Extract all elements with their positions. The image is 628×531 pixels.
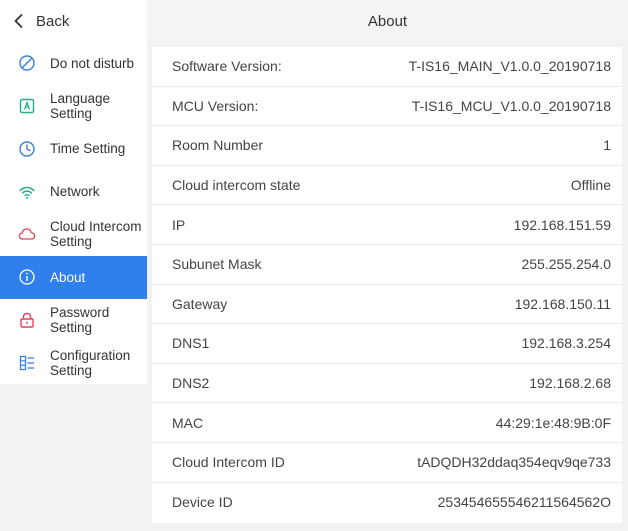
row-label: Gateway [172, 295, 228, 312]
sidebar-item-about[interactable]: About [0, 255, 147, 299]
sidebar-item-label: Do not disturb [50, 55, 135, 71]
about-info-panel: Software Version: T-IS16_MAIN_V1.0.0_201… [152, 47, 622, 523]
chevron-left-icon [10, 12, 28, 30]
sidebar-item-cloud-intercom[interactable]: Cloud Intercom Setting [0, 213, 147, 256]
sidebar-item-network[interactable]: Network [0, 170, 147, 213]
row-value: T-IS16_MCU_V1.0.0_20190718 [411, 97, 611, 114]
sidebar-item-password[interactable]: Password Setting [0, 299, 147, 342]
row-label: Room Number [172, 137, 264, 154]
mac-row: MAC 44:29:1e:48:9B:0F [152, 403, 622, 443]
row-value: 192.168.150.11 [514, 295, 611, 312]
row-value: 192.168.2.68 [529, 375, 611, 392]
row-value: 255.255.254.0 [521, 256, 611, 273]
row-label: Device ID [172, 494, 233, 511]
row-label: Cloud Intercom ID [172, 454, 285, 471]
dns1-row: DNS1 192.168.3.254 [152, 324, 622, 364]
lock-icon [17, 310, 37, 330]
row-label: IP [172, 216, 186, 233]
row-value: Offline [570, 177, 611, 194]
row-value: 192.168.3.254 [521, 335, 611, 352]
subnet-mask-row: Subunet Mask 255.255.254.0 [152, 245, 622, 285]
room-number-row: Room Number 1 [152, 126, 622, 166]
row-value: 192.168.151.59 [513, 216, 611, 233]
software-version-row: Software Version: T-IS16_MAIN_V1.0.0_201… [152, 47, 622, 87]
row-label: Software Version: [172, 58, 282, 75]
row-value: 253454655546211564562O [437, 494, 611, 511]
sidebar-item-label: Time Setting [50, 141, 126, 157]
device-id-row: Device ID 253454655546211564562O [152, 483, 622, 523]
sidebar-item-label: Language Setting [50, 91, 111, 122]
sidebar-item-label: About [50, 269, 86, 285]
row-value: 44:29:1e:48:9B:0F [495, 414, 611, 431]
row-label: Subunet Mask [172, 256, 262, 273]
row-label: Cloud intercom state [172, 177, 301, 194]
row-value: tADQDH32ddaq354eqv9qe733 [417, 454, 611, 471]
info-icon [17, 267, 37, 287]
sidebar-item-language[interactable]: Language Setting [0, 85, 147, 128]
sidebar-item-do-not-disturb[interactable]: Do not disturb [0, 42, 147, 85]
cloud-intercom-id-row: Cloud Intercom ID tADQDH32ddaq354eqv9qe7… [152, 443, 622, 483]
sidebar-item-label: Password Setting [50, 304, 110, 335]
configuration-icon [17, 353, 37, 373]
do-not-disturb-icon [17, 53, 37, 73]
row-label: DNS1 [172, 335, 210, 352]
row-label: DNS2 [172, 375, 210, 392]
page-title: About [147, 0, 628, 42]
back-label: Back [36, 12, 70, 30]
dns2-row: DNS2 192.168.2.68 [152, 364, 622, 404]
sidebar-item-time[interactable]: Time Setting [0, 128, 147, 171]
language-icon [17, 96, 37, 116]
sidebar: Do not disturb Language Setting Time Set… [0, 42, 147, 384]
row-label: MCU Version: [172, 97, 259, 114]
ip-row: IP 192.168.151.59 [152, 205, 622, 245]
gateway-row: Gateway 192.168.150.11 [152, 285, 622, 325]
back-button[interactable]: Back [0, 0, 147, 42]
sidebar-item-label: Cloud Intercom Setting [50, 219, 142, 250]
row-value: T-IS16_MAIN_V1.0.0_20190718 [408, 58, 611, 75]
row-label: MAC [172, 414, 204, 431]
wifi-icon [17, 182, 37, 202]
cloud-icon [17, 224, 37, 244]
sidebar-item-configuration[interactable]: Configuration Setting [0, 341, 147, 384]
row-value: 1 [603, 137, 611, 154]
mcu-version-row: MCU Version: T-IS16_MCU_V1.0.0_20190718 [152, 87, 622, 127]
clock-icon [17, 139, 37, 159]
sidebar-item-label: Network [50, 184, 100, 200]
cloud-intercom-state-row: Cloud intercom state Offline [152, 166, 622, 206]
sidebar-item-label: Configuration Setting [50, 347, 131, 378]
